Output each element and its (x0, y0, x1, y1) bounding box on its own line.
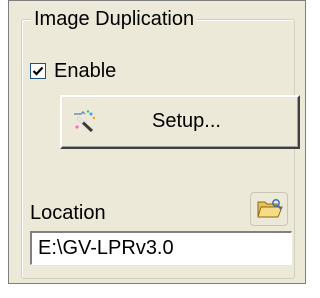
enable-checkbox[interactable] (30, 63, 46, 79)
location-input[interactable] (30, 231, 292, 265)
group-title: Image Duplication (31, 7, 198, 31)
location-label: Location (30, 202, 106, 224)
setup-button-label: Setup... (152, 110, 221, 132)
setup-wand-icon (74, 110, 96, 133)
folder-open-icon (257, 199, 283, 218)
browse-folder-button[interactable] (250, 192, 288, 226)
enable-checkbox-row[interactable]: Enable (30, 58, 116, 84)
checkmark-icon (32, 66, 44, 76)
enable-checkbox-label: Enable (54, 59, 117, 82)
setup-button[interactable]: Setup... (60, 95, 300, 149)
